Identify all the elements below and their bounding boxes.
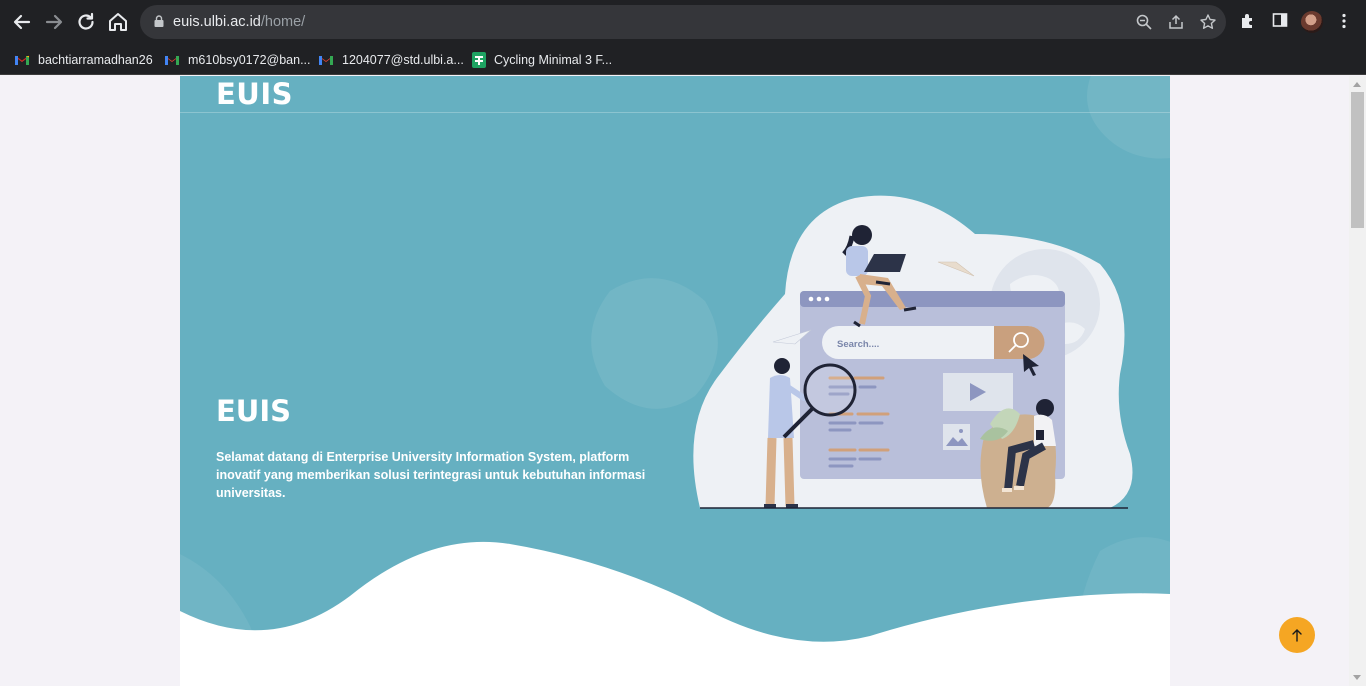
back-button[interactable] xyxy=(10,10,34,34)
bookmark-label: m610bsy0172@ban... xyxy=(188,53,311,67)
reload-button[interactable] xyxy=(74,10,98,34)
lock-icon xyxy=(154,15,164,27)
zoom-icon[interactable] xyxy=(1135,13,1153,31)
sheets-icon xyxy=(472,52,486,68)
bookmarks-bar: bachtiarramadhan26 m610bsy0172@ban... 12… xyxy=(0,44,1366,75)
url-host: euis.ulbi.ac.id xyxy=(173,14,261,30)
arrow-left-icon xyxy=(13,14,31,30)
url-text: euis.ulbi.ac.id/home/ xyxy=(173,14,305,30)
hero-description: Selamat datang di Enterprise University … xyxy=(216,450,646,500)
bookmark-label: bachtiarramadhan26 xyxy=(38,53,153,67)
back-to-top-button[interactable] xyxy=(1279,617,1315,653)
bookmark-item[interactable]: m610bsy0172@ban... xyxy=(164,50,311,70)
bookmark-item[interactable]: bachtiarramadhan26 xyxy=(14,50,153,70)
background-blob xyxy=(1087,76,1170,159)
more-menu-icon[interactable] xyxy=(1334,12,1354,32)
site-logo[interactable]: EUIS xyxy=(216,77,293,111)
scroll-down-arrow[interactable] xyxy=(1353,675,1361,680)
address-bar[interactable]: euis.ulbi.ac.id/home/ xyxy=(140,5,1226,39)
hero-section: EUIS EUIS Selamat datang di Enterprise U… xyxy=(180,76,1170,686)
page-viewport: EUIS EUIS Selamat datang di Enterprise U… xyxy=(0,76,1366,686)
home-button[interactable] xyxy=(106,10,130,34)
hero-wave-divider xyxy=(180,541,1170,686)
bookmark-label: Cycling Minimal 3 F... xyxy=(494,53,613,67)
bookmark-item[interactable]: 1204077@std.ulbi.a... xyxy=(318,50,464,70)
extensions-icon[interactable] xyxy=(1238,12,1258,32)
side-panel-icon[interactable] xyxy=(1270,12,1290,32)
scroll-up-arrow[interactable] xyxy=(1353,82,1361,87)
share-icon[interactable] xyxy=(1167,13,1185,31)
profile-avatar[interactable] xyxy=(1301,11,1323,33)
image-thumbnail xyxy=(943,424,970,450)
reload-icon xyxy=(78,12,94,30)
browser-toolbar: euis.ulbi.ac.id/home/ xyxy=(0,0,1366,44)
url-path: /home/ xyxy=(260,14,306,30)
arrow-up-icon xyxy=(1292,629,1302,642)
search-placeholder-illustration: Search.... xyxy=(837,339,879,350)
hero-illustration: Search.... xyxy=(693,195,1133,509)
gmail-icon xyxy=(14,55,30,65)
bookmark-star-icon[interactable] xyxy=(1199,13,1217,31)
arrow-right-icon xyxy=(45,14,63,30)
hero-title: EUIS xyxy=(216,394,292,428)
bookmark-item[interactable]: Cycling Minimal 3 F... xyxy=(472,50,612,70)
header-divider xyxy=(180,112,1170,113)
scrollbar-thumb[interactable] xyxy=(1351,92,1364,228)
gmail-icon xyxy=(319,56,333,65)
gmail-icon xyxy=(165,56,179,65)
forward-button[interactable] xyxy=(42,10,66,34)
home-icon xyxy=(109,13,127,31)
magnifier-icon xyxy=(803,363,857,417)
bookmark-label: 1204077@std.ulbi.a... xyxy=(342,53,464,67)
